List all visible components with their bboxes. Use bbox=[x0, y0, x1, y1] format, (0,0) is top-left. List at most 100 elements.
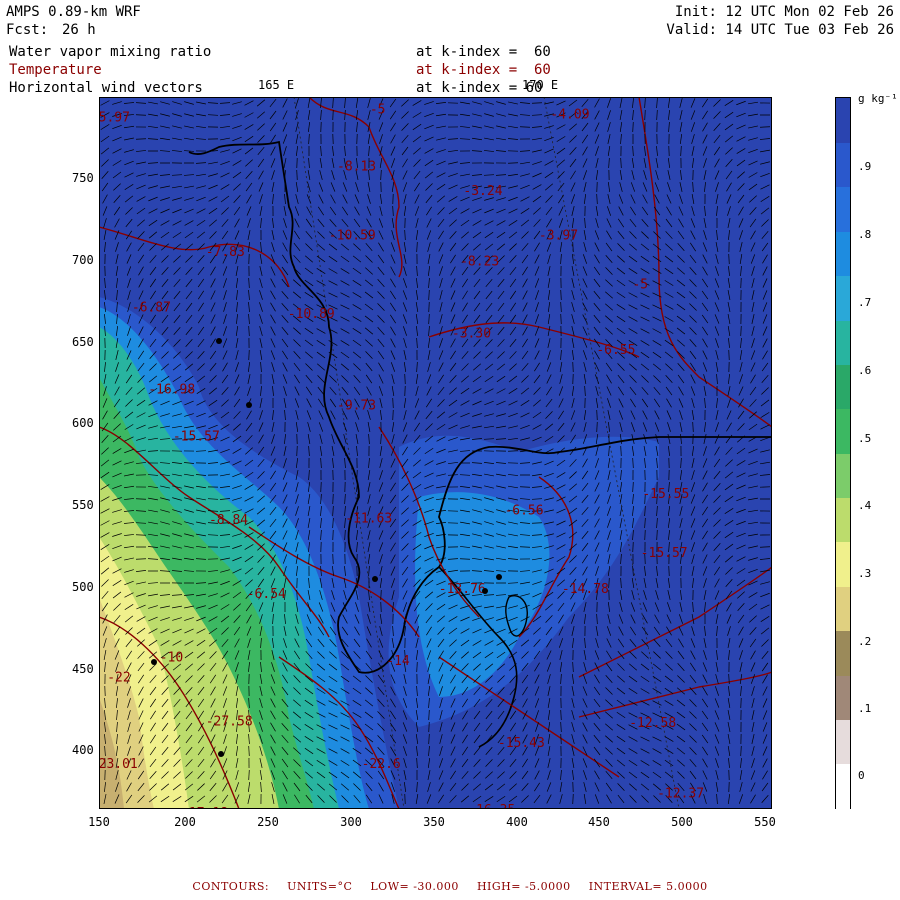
longitude-label-170e: 170 E bbox=[522, 78, 559, 92]
contour-label: -22 bbox=[107, 670, 130, 685]
colorbar-segment bbox=[836, 453, 850, 498]
x-tick-0: 150 bbox=[88, 815, 110, 829]
contour-label: -9.73 bbox=[337, 399, 376, 414]
longitude-label-165e: 165 E bbox=[258, 78, 295, 92]
contour-label: -23.01 bbox=[99, 757, 138, 772]
contour-label: -7.83 bbox=[206, 245, 245, 260]
colorbar-segment bbox=[836, 763, 850, 809]
colorbar-segment bbox=[836, 497, 850, 543]
station-marker bbox=[216, 338, 222, 344]
colorbar-label-8: .1 bbox=[858, 702, 872, 715]
colorbar-segment bbox=[836, 408, 850, 454]
map-panel: -5.97 -5 -4.09 -8.13 -3.24 -3.97 -10.59 -8.23 -7… bbox=[99, 97, 772, 809]
x-tick-1: 200 bbox=[174, 815, 196, 829]
colorbar-segment bbox=[836, 674, 850, 720]
station-marker bbox=[372, 576, 378, 582]
y-tick-4: 550 bbox=[72, 498, 94, 512]
x-tick-8: 550 bbox=[754, 815, 776, 829]
contour-label: -5.97 bbox=[99, 111, 130, 126]
colorbar bbox=[835, 97, 851, 809]
contour-label: -5 bbox=[370, 102, 386, 117]
contour-label: -6.87 bbox=[132, 300, 171, 315]
station-marker bbox=[218, 751, 224, 757]
contour-label: -8.13 bbox=[337, 160, 376, 175]
colorbar-label-5: .4 bbox=[858, 499, 872, 512]
colorbar-segment bbox=[836, 142, 850, 188]
colorbar-segment bbox=[836, 319, 850, 365]
contour-label: -14 bbox=[386, 654, 410, 669]
footer-units: UNITS=°C bbox=[287, 880, 353, 893]
contour-label: -10 bbox=[160, 651, 183, 666]
contour-label: -15.57 bbox=[641, 546, 688, 561]
model-title: AMPS 0.89-km WRF bbox=[6, 4, 141, 20]
contour-label: -10.59 bbox=[329, 228, 376, 243]
contour-label: -3.97 bbox=[539, 228, 578, 243]
contour-label: -8.84 bbox=[209, 513, 248, 528]
contour-label: -13.76 bbox=[439, 582, 486, 597]
colorbar-units: g kg⁻¹ bbox=[858, 92, 898, 105]
y-tick-7: 400 bbox=[72, 743, 94, 757]
forecast-label: Fcst: bbox=[6, 22, 49, 38]
colorbar-segment bbox=[836, 275, 850, 321]
contour-label: -12.58 bbox=[629, 716, 676, 731]
colorbar-segment bbox=[836, 630, 850, 676]
station-marker bbox=[246, 402, 252, 408]
init-time: Init: 12 UTC Mon 02 Feb 26 bbox=[674, 4, 894, 20]
station-marker bbox=[151, 659, 157, 665]
contour-label: -4.09 bbox=[550, 107, 589, 122]
contour-label: -27.58 bbox=[206, 715, 253, 730]
contour-label: -22.6 bbox=[362, 757, 401, 772]
colorbar-segment bbox=[836, 719, 850, 765]
field-name-temperature: Temperature bbox=[9, 62, 102, 78]
contour-label: -6.56 bbox=[504, 503, 543, 518]
x-tick-5: 400 bbox=[506, 815, 528, 829]
colorbar-segment bbox=[836, 586, 850, 632]
colorbar-label-2: .7 bbox=[858, 296, 872, 309]
contour-label: -10.89 bbox=[288, 307, 335, 322]
y-tick-0: 750 bbox=[72, 171, 94, 185]
colorbar-label-1: .8 bbox=[858, 228, 872, 241]
field-name-mixing-ratio: Water vapor mixing ratio bbox=[9, 44, 212, 60]
contour-label: -8.23 bbox=[460, 255, 499, 270]
colorbar-label-4: .5 bbox=[858, 432, 872, 445]
footer-high: HIGH= -5.0000 bbox=[476, 880, 571, 893]
colorbar-label-0: .9 bbox=[858, 160, 872, 173]
colorbar-label-7: .2 bbox=[858, 635, 872, 648]
colorbar-segment bbox=[836, 231, 850, 277]
colorbar-segment bbox=[836, 186, 850, 232]
colorbar-segment bbox=[836, 364, 850, 410]
field-level-mixing-ratio: at k-index = 60 bbox=[416, 44, 551, 60]
contour-label: -3.24 bbox=[463, 184, 502, 199]
contour-label: -14.78 bbox=[562, 582, 609, 597]
y-tick-2: 650 bbox=[72, 335, 94, 349]
footer-low: LOW= -30.000 bbox=[370, 880, 459, 893]
contour-label: -5 bbox=[632, 278, 648, 293]
x-tick-3: 300 bbox=[340, 815, 362, 829]
field-name-wind: Horizontal wind vectors bbox=[9, 80, 203, 96]
contour-label: -6.55 bbox=[596, 343, 635, 358]
valid-time: Valid: 14 UTC Tue 03 Feb 26 bbox=[666, 22, 894, 38]
x-tick-2: 250 bbox=[257, 815, 279, 829]
y-tick-5: 500 bbox=[72, 580, 94, 594]
y-tick-3: 600 bbox=[72, 416, 94, 430]
x-tick-7: 500 bbox=[671, 815, 693, 829]
contour-label: -15.57 bbox=[173, 430, 220, 445]
footer-interval: INTERVAL= 5.0000 bbox=[588, 880, 708, 893]
contour-label: -3.30 bbox=[452, 327, 491, 342]
colorbar-segment bbox=[836, 541, 850, 587]
y-tick-1: 700 bbox=[72, 253, 94, 267]
footer-contours: CONTOURS: bbox=[192, 880, 270, 893]
contour-label: -16.98 bbox=[148, 382, 195, 397]
x-tick-6: 450 bbox=[588, 815, 610, 829]
colorbar-segment bbox=[836, 98, 850, 143]
contour-label: -6.54 bbox=[247, 587, 286, 602]
wind-vector bbox=[248, 349, 250, 361]
contour-legend-footer: CONTOURS: UNITS=°C LOW= -30.000 HIGH= -5.00… bbox=[0, 880, 900, 893]
colorbar-label-6: .3 bbox=[858, 567, 872, 580]
station-marker bbox=[482, 588, 488, 594]
x-tick-4: 350 bbox=[423, 815, 445, 829]
contour-label: -15.43 bbox=[498, 736, 545, 751]
colorbar-label-3: .6 bbox=[858, 364, 872, 377]
contour-label: -11.63 bbox=[345, 512, 392, 527]
colorbar-label-9: 0 bbox=[858, 769, 865, 782]
